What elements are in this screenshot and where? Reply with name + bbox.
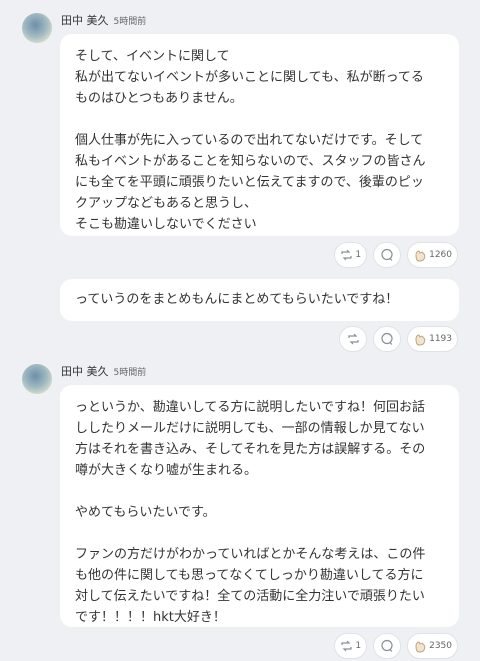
message-bubble: そして、イベントに関して 私が出てないイベントが多いことに関しても、私が断ってる…: [60, 34, 459, 236]
like-button[interactable]: 1260: [407, 242, 458, 268]
like-hand-icon: [413, 249, 427, 262]
repost-button[interactable]: 1: [334, 242, 368, 268]
repost-icon: [347, 333, 360, 345]
repost-button[interactable]: 1: [334, 633, 368, 659]
message-bubble: っていうのをまとめもんにまとめてもらいたいですね！: [60, 279, 459, 321]
repost-icon: [340, 249, 353, 261]
message-bubble: っというか、勘違いしてる方に説明したいですね！何回お話 ししたりメールだけに説明…: [60, 385, 459, 627]
like-button[interactable]: 2350: [407, 633, 458, 659]
post-header: 田中 美久 5時間前: [61, 363, 146, 379]
like-count: 2350: [429, 641, 452, 651]
like-count: 1193: [429, 334, 452, 344]
repost-icon: [340, 640, 353, 652]
avatar[interactable]: [22, 13, 52, 43]
comment-button[interactable]: [373, 326, 402, 352]
author-name[interactable]: 田中 美久: [61, 14, 109, 27]
post-actions: 1 2350: [334, 633, 458, 659]
post-header: 田中 美久 5時間前: [61, 12, 146, 28]
repost-count: 1: [355, 250, 362, 260]
post-actions: 1 1260: [334, 242, 458, 268]
like-hand-icon: [413, 333, 427, 346]
comment-button[interactable]: [373, 633, 402, 659]
like-count: 1260: [429, 250, 452, 260]
comment-icon: [380, 332, 394, 346]
comment-icon: [380, 639, 394, 653]
comment-icon: [380, 248, 394, 262]
message-paragraph: そして、イベントに関して 私が出てないイベントが多いことに関しても、私が断ってる…: [75, 49, 424, 106]
like-button[interactable]: 1193: [407, 326, 458, 352]
author-name[interactable]: 田中 美久: [61, 365, 109, 378]
post-time: 5時間前: [113, 17, 147, 27]
repost-count: 1: [355, 641, 362, 651]
avatar[interactable]: [22, 364, 52, 394]
message-paragraph: ファンの方だけがわかっていればとかそんな考えは、この件 も他の件に関しても思って…: [75, 547, 426, 625]
post-actions: 1193: [339, 326, 458, 352]
message-paragraph: 個人仕事が先に入っているので出れてないだけです。そして 私もイベントがあることを…: [75, 133, 426, 232]
repost-button[interactable]: [339, 326, 368, 352]
message-paragraph: っというか、勘違いしてる方に説明したいですね！何回お話 ししたりメールだけに説明…: [75, 400, 426, 478]
message-paragraph: っていうのをまとめもんにまとめてもらいたいですね！: [75, 292, 399, 307]
comment-button[interactable]: [373, 242, 402, 268]
post-time: 5時間前: [113, 368, 147, 378]
like-hand-icon: [413, 640, 427, 653]
message-paragraph: やめてもらいたいです。: [75, 505, 216, 520]
